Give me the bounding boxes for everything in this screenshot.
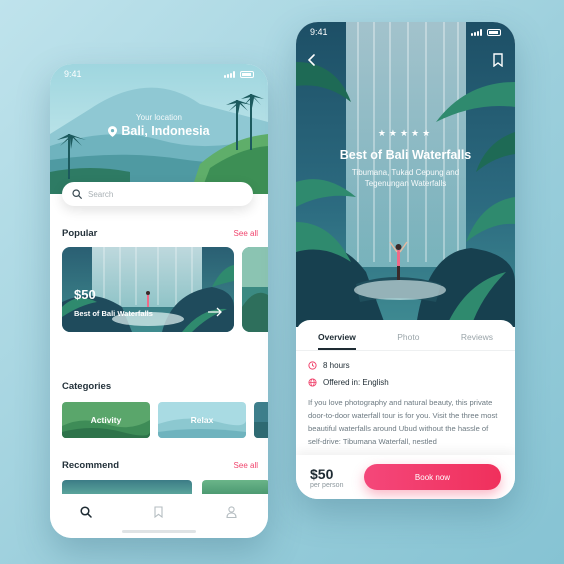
tab-saved[interactable] [152, 505, 166, 519]
location-selector[interactable]: Bali, Indonesia [50, 124, 268, 138]
recommend-title: Recommend [62, 460, 120, 471]
popular-header: Popular See all [62, 228, 258, 239]
categories-title: Categories [62, 381, 112, 392]
signal-icon [224, 70, 236, 78]
book-now-button[interactable]: Book now [364, 464, 501, 490]
status-time: 9:41 [310, 27, 328, 37]
bottom-tab-bar [50, 494, 268, 538]
tour-language: Offered in: English [323, 378, 389, 387]
recommend-see-all-link[interactable]: See all [234, 461, 258, 470]
recommend-card[interactable] [202, 480, 268, 494]
battery-icon [240, 70, 254, 78]
home-screen: 9:41 Your location Bali, Indonesia Popul… [50, 64, 268, 538]
tab-reviews[interactable]: Reviews [461, 332, 493, 350]
duration-row: 8 hours [296, 361, 515, 370]
globe-icon [308, 378, 317, 387]
category-next-thumbnail [254, 402, 268, 438]
bookmark-icon[interactable] [493, 53, 503, 67]
signal-icon [471, 28, 483, 36]
location-pin-icon [108, 125, 118, 137]
tab-photo[interactable]: Photo [397, 332, 419, 350]
category-label: Relax [190, 415, 214, 425]
search-bar[interactable] [62, 182, 253, 206]
status-bar: 9:41 [50, 64, 268, 84]
rating-stars: ★★★★★ [377, 128, 434, 138]
language-row: Offered in: English [296, 378, 515, 387]
tab-profile[interactable] [225, 505, 239, 519]
popular-card-next[interactable] [242, 247, 268, 332]
categories-list: Activity Relax [62, 402, 268, 438]
detail-tabs: Overview Photo Reviews [296, 320, 515, 350]
bookmark-icon [154, 506, 164, 518]
price-block: $50 per person [310, 466, 343, 489]
tabs-divider [296, 350, 515, 351]
popular-tour-card[interactable]: $50 Best of Bali Waterfalls [62, 247, 234, 332]
tour-subtitle: Tibumana, Tukad Cepung and Tegenungan Wa… [351, 168, 460, 188]
recommend-list [62, 480, 268, 494]
search-icon [72, 189, 82, 199]
profile-icon [226, 506, 237, 518]
tour-description: If you love photography and natural beau… [308, 398, 498, 446]
category-next[interactable] [254, 402, 268, 438]
category-activity[interactable]: Activity [62, 402, 150, 438]
booking-bar: $50 per person Book now [296, 455, 515, 499]
popular-title: Popular [62, 228, 98, 239]
battery-icon [487, 28, 501, 36]
price-unit: per person [310, 481, 344, 489]
location-value: Bali, Indonesia [121, 124, 210, 138]
search-input[interactable] [88, 189, 238, 199]
back-arrow-icon[interactable] [306, 54, 318, 66]
tour-title: Best of Bali Waterfalls [339, 148, 472, 162]
categories-header: Categories [62, 381, 258, 392]
recommend-header: Recommend See all [62, 460, 258, 471]
popular-card-name: Best of Bali Waterfalls [74, 309, 153, 318]
search-icon [80, 506, 93, 518]
tour-detail-screen: 9:41 ★★★★★ Best of Bali Waterfalls Tibum… [296, 22, 515, 499]
recommend-card[interactable] [62, 480, 192, 494]
category-relax[interactable]: Relax [158, 402, 246, 438]
popular-see-all-link[interactable]: See all [234, 229, 258, 238]
location-label: Your location [136, 113, 182, 122]
home-indicator [122, 530, 196, 533]
status-bar: 9:41 [296, 22, 515, 42]
popular-card-price: $50 [74, 287, 96, 302]
tab-overview[interactable]: Overview [318, 332, 356, 350]
clock-icon [308, 361, 317, 370]
status-time: 9:41 [64, 69, 82, 79]
tour-price: $50 [310, 465, 334, 482]
card-thumbnail [242, 247, 268, 332]
tab-search[interactable] [79, 505, 93, 519]
category-label: Activity [90, 415, 122, 425]
tour-duration: 8 hours [323, 361, 350, 370]
arrow-right-icon[interactable] [208, 307, 222, 317]
